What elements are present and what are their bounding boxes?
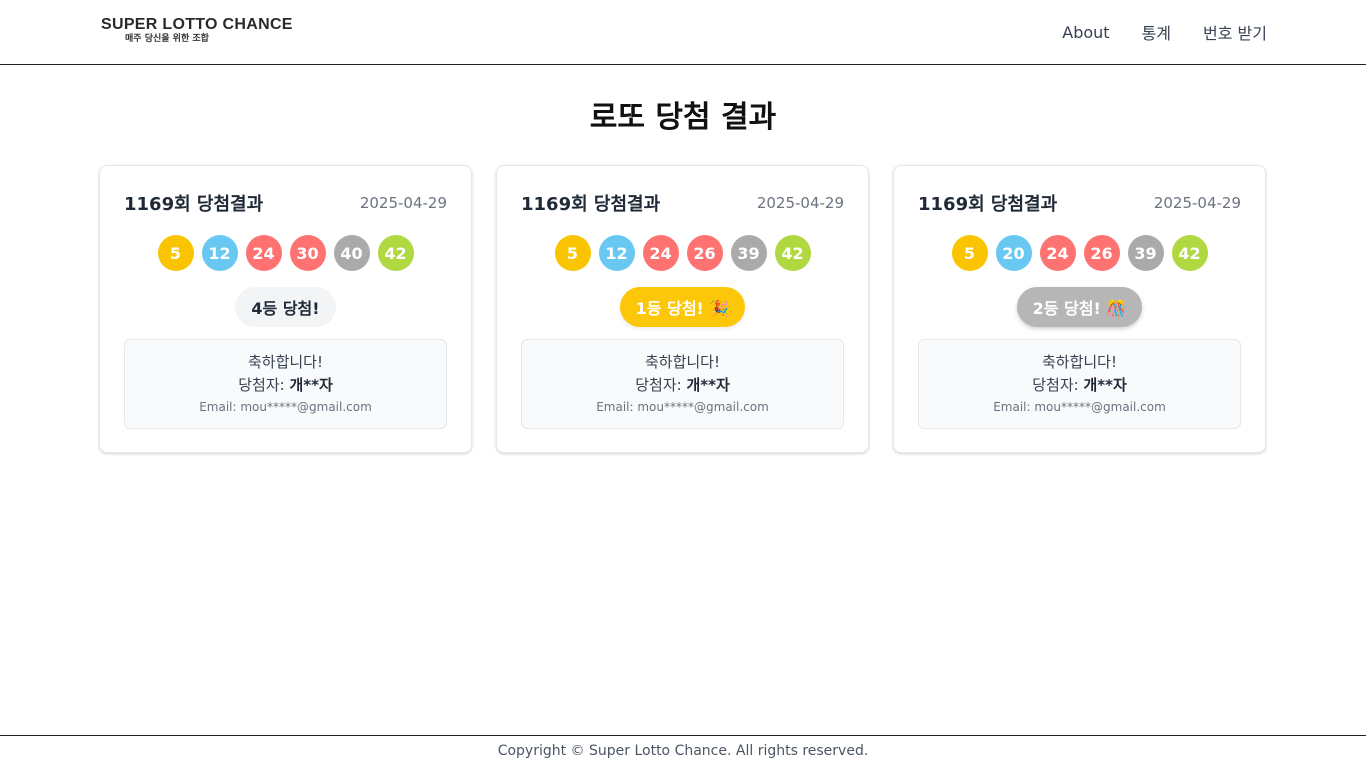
lotto-ball: 5 (157, 235, 194, 271)
lotto-ball: 12 (201, 235, 238, 271)
nav-link-stats[interactable]: 통계 (1142, 20, 1171, 44)
winner-info-box: 축하합니다! 당첨자: 개**자 Email: mou*****@gmail.c… (124, 339, 447, 429)
site-logo[interactable]: SUPER LOTTO CHANCE 매주 당신을 위한 조합 (101, 16, 301, 48)
winner-info-box: 축하합니다! 당첨자: 개**자 Email: mou*****@gmail.c… (918, 339, 1241, 429)
lotto-ball: 42 (377, 235, 414, 271)
lotto-ball: 42 (1171, 235, 1208, 271)
card-header: 1169회 당첨결과 2025-04-29 (124, 191, 447, 215)
prize-rank-badge: 1등 당첨! 🎉 (619, 287, 746, 327)
lotto-ball: 5 (951, 235, 988, 271)
lotto-ball: 42 (774, 235, 811, 271)
card-date: 2025-04-29 (756, 194, 844, 212)
card-date: 2025-04-29 (359, 194, 447, 212)
lotto-balls: 5 12 24 30 40 42 (124, 235, 447, 271)
nav-link-get-numbers[interactable]: 번호 받기 (1203, 20, 1267, 44)
winner-label: 당첨자: (1032, 376, 1084, 394)
prize-rank-badge: 4등 당첨! (235, 287, 336, 327)
lotto-ball: 24 (642, 235, 679, 271)
card-title: 1169회 당첨결과 (918, 194, 1058, 215)
winner-name: 개**자 (686, 376, 730, 394)
lotto-ball: 26 (686, 235, 723, 271)
lotto-ball: 40 (333, 235, 370, 271)
lotto-balls: 5 20 24 26 39 42 (918, 235, 1241, 271)
result-card: 1169회 당첨결과 2025-04-29 5 20 24 26 39 42 2… (893, 165, 1266, 453)
winner-info-box: 축하합니다! 당첨자: 개**자 Email: mou*****@gmail.c… (521, 339, 844, 429)
congrats-text: 축하합니다! (1041, 353, 1117, 371)
card-title: 1169회 당첨결과 (521, 194, 661, 215)
lotto-ball: 20 (995, 235, 1032, 271)
winner-name: 개**자 (289, 376, 333, 394)
winner-label: 당첨자: (238, 376, 290, 394)
site-header: SUPER LOTTO CHANCE 매주 당신을 위한 조합 About 통계… (0, 0, 1366, 65)
lotto-ball: 26 (1083, 235, 1120, 271)
lotto-ball: 39 (730, 235, 767, 271)
winner-label: 당첨자: (635, 376, 687, 394)
lotto-ball: 5 (554, 235, 591, 271)
winner-email: Email: mou*****@gmail.com (993, 400, 1166, 414)
lotto-ball: 24 (1039, 235, 1076, 271)
lotto-ball: 30 (289, 235, 326, 271)
results-list: 1169회 당첨결과 2025-04-29 5 12 24 30 40 42 4… (99, 165, 1267, 453)
lotto-ball: 39 (1127, 235, 1164, 271)
page-title: 로또 당첨 결과 (589, 100, 777, 135)
lotto-balls: 5 12 24 26 39 42 (521, 235, 844, 271)
site-footer: Copyright © Super Lotto Chance. All righ… (0, 735, 1366, 768)
winner-line: 당첨자: 개**자 (919, 373, 1240, 397)
congrats-text: 축하합니다! (247, 353, 323, 371)
card-date: 2025-04-29 (1153, 194, 1241, 212)
lotto-ball: 12 (598, 235, 635, 271)
prize-rank-badge: 2등 당첨! 🎊 (1016, 287, 1143, 327)
logo-title: SUPER LOTTO CHANCE (101, 16, 293, 33)
logo-subtitle: 매주 당신을 위한 조합 (125, 34, 209, 44)
winner-line: 당첨자: 개**자 (125, 373, 446, 397)
card-header: 1169회 당첨결과 2025-04-29 (918, 191, 1241, 215)
card-title: 1169회 당첨결과 (124, 194, 264, 215)
nav-link-about[interactable]: About (1062, 23, 1109, 42)
congrats-text: 축하합니다! (644, 353, 720, 371)
winner-name: 개**자 (1083, 376, 1127, 394)
lotto-ball: 24 (245, 235, 282, 271)
winner-email: Email: mou*****@gmail.com (199, 400, 372, 414)
card-header: 1169회 당첨결과 2025-04-29 (521, 191, 844, 215)
result-card: 1169회 당첨결과 2025-04-29 5 12 24 26 39 42 1… (496, 165, 869, 453)
main-nav: About 통계 번호 받기 (1062, 20, 1267, 44)
result-card: 1169회 당첨결과 2025-04-29 5 12 24 30 40 42 4… (99, 165, 472, 453)
winner-email: Email: mou*****@gmail.com (596, 400, 769, 414)
winner-line: 당첨자: 개**자 (522, 373, 843, 397)
